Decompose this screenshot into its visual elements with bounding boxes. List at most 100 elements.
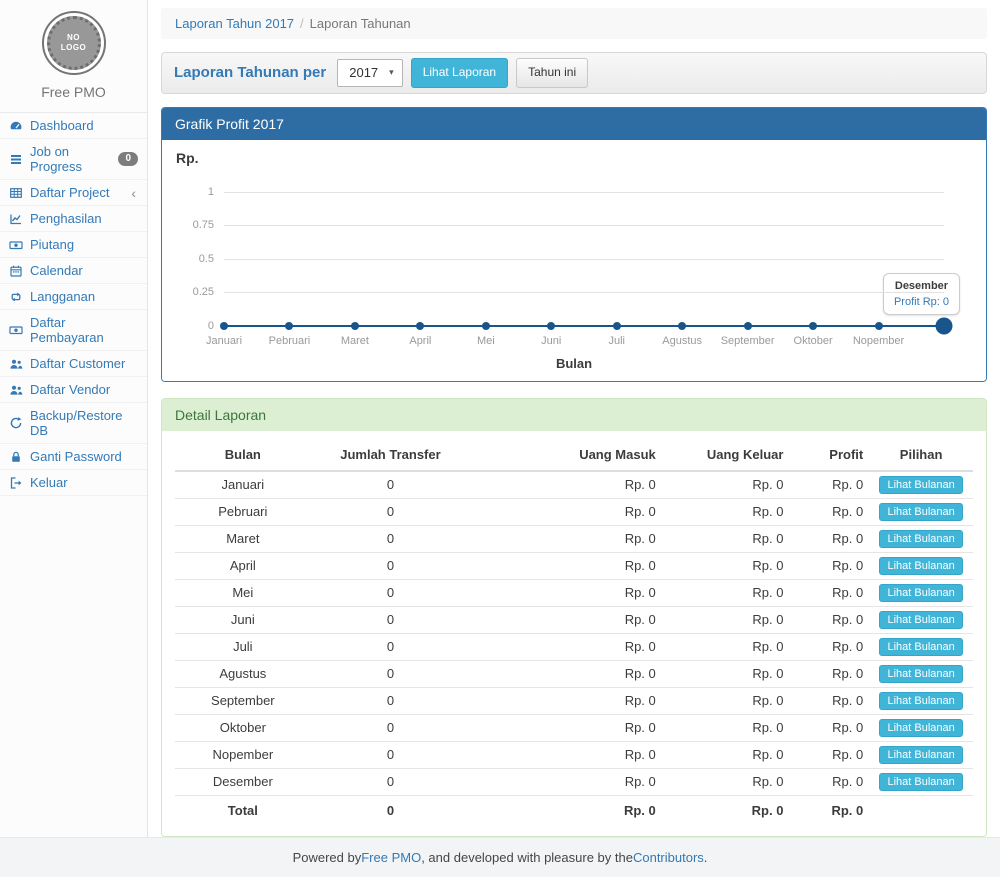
action-cell: Lihat Bulanan [869,552,973,579]
sidebar-item-label: Backup/Restore DB [30,408,138,438]
sidebar-item-label: Calendar [30,263,83,278]
table-row-juli: Juli0Rp. 0Rp. 0Rp. 0Lihat Bulanan [175,633,973,660]
column-header-uang-masuk: Uang Masuk [470,439,662,471]
x-tick-label: Maret [341,335,369,347]
column-header-pilihan: Pilihan [869,439,973,471]
sidebar-item-daftar-project[interactable]: Daftar Project‹ [0,180,147,206]
view-monthly-button-oktober[interactable]: Lihat Bulanan [879,719,962,737]
table-row-januari: Januari0Rp. 0Rp. 0Rp. 0Lihat Bulanan [175,471,973,499]
footer-link-contributors[interactable]: Contributors [633,850,704,865]
chart-point-januari[interactable] [220,322,228,330]
table-row-september: September0Rp. 0Rp. 0Rp. 0Lihat Bulanan [175,687,973,714]
view-report-button[interactable]: Lihat Laporan [411,58,508,88]
uang-keluar-cell: Rp. 0 [662,741,790,768]
view-monthly-button-agustus[interactable]: Lihat Bulanan [879,665,962,683]
sidebar-item-label: Job on Progress [30,144,111,174]
chart-point-agustus[interactable] [678,322,686,330]
sidebar-item-langganan[interactable]: Langganan [0,284,147,310]
uang-keluar-cell: Rp. 0 [662,633,790,660]
app-logo: NO LOGO [42,11,106,75]
jumlah-transfer-cell: 0 [311,498,471,525]
chart-point-juli[interactable] [613,322,621,330]
x-tick-label: Juli [608,335,625,347]
view-monthly-button-maret[interactable]: Lihat Bulanan [879,530,962,548]
sidebar-item-daftar-pembayaran[interactable]: Daftar Pembayaran [0,310,147,351]
y-tick-label: 0.5 [199,253,214,265]
footer-text-middle: , and developed with pleasure by the [421,850,633,865]
sidebar-item-label: Keluar [30,475,68,490]
chart-point-september[interactable] [744,322,752,330]
chart-point-pebruari[interactable] [285,322,293,330]
table-row-juni: Juni0Rp. 0Rp. 0Rp. 0Lihat Bulanan [175,606,973,633]
sidebar-item-daftar-vendor[interactable]: Daftar Vendor [0,377,147,403]
chart-point-mei[interactable] [482,322,490,330]
chevron-left-icon: ‹ [131,186,138,200]
line-chart-plot: Desember Profit Rp: 0 00.250.50.751 [224,192,944,326]
sidebar-item-piutang[interactable]: Piutang [0,232,147,258]
sidebar-item-penghasilan[interactable]: Penghasilan [0,206,147,232]
logo-text-line2: LOGO [61,43,87,53]
tooltip-profit-value: Profit Rp: 0 [894,296,949,308]
chart-point-desember[interactable] [936,317,953,334]
view-monthly-button-april[interactable]: Lihat Bulanan [879,557,962,575]
action-cell: Lihat Bulanan [869,768,973,795]
sidebar-item-backup-restore-db[interactable]: Backup/Restore DB [0,403,147,444]
this-year-button[interactable]: Tahun ini [516,58,588,88]
x-tick-label: April [409,335,431,347]
users-icon [9,383,23,397]
breadcrumb-link-laporan-tahun[interactable]: Laporan Tahun 2017 [175,16,294,31]
view-monthly-button-nopember[interactable]: Lihat Bulanan [879,746,962,764]
total-uang-keluar: Rp. 0 [662,795,790,822]
footer-link-free-pmo[interactable]: Free PMO [361,850,421,865]
breadcrumb: Laporan Tahun 2017/Laporan Tahunan [161,8,987,39]
chart-point-nopember[interactable] [875,322,883,330]
month-cell: Nopember [175,741,311,768]
month-cell: April [175,552,311,579]
sidebar-item-job-on-progress[interactable]: Job on Progress0 [0,139,147,180]
view-monthly-button-mei[interactable]: Lihat Bulanan [879,584,962,602]
profit-cell: Rp. 0 [789,552,869,579]
jumlah-transfer-cell: 0 [311,606,471,633]
table-header-row: BulanJumlah TransferUang MasukUang Kelua… [175,439,973,471]
uang-keluar-cell: Rp. 0 [662,768,790,795]
column-header-profit: Profit [789,439,869,471]
sidebar-item-label: Daftar Vendor [30,382,110,397]
y-tick-label: 1 [208,186,214,198]
profit-chart-panel: Grafik Profit 2017 Rp. Desember Profit R… [161,107,987,382]
x-tick-label: Oktober [794,335,833,347]
jumlah-transfer-cell: 0 [311,741,471,768]
view-monthly-button-juni[interactable]: Lihat Bulanan [879,611,962,629]
chart-point-maret[interactable] [351,322,359,330]
view-monthly-button-januari[interactable]: Lihat Bulanan [879,476,962,494]
sidebar-item-dashboard[interactable]: Dashboard [0,113,147,139]
year-select-value: 2017 [349,65,378,80]
view-monthly-button-pebruari[interactable]: Lihat Bulanan [879,503,962,521]
view-monthly-button-september[interactable]: Lihat Bulanan [879,692,962,710]
tasks-icon [9,152,23,166]
gridline [224,292,944,293]
table-row-april: April0Rp. 0Rp. 0Rp. 0Lihat Bulanan [175,552,973,579]
sidebar-item-ganti-password[interactable]: Ganti Password [0,444,147,470]
sidebar-item-calendar[interactable]: Calendar [0,258,147,284]
uang-masuk-cell: Rp. 0 [470,768,662,795]
total-jumlah-transfer: 0 [311,795,471,822]
y-tick-label: 0.25 [193,286,214,298]
sidebar-item-label: Daftar Pembayaran [30,315,138,345]
chart-point-april[interactable] [416,322,424,330]
year-select[interactable]: 2017 ▾ [337,59,402,87]
total-action-empty [869,795,973,822]
chart-point-oktober[interactable] [809,322,817,330]
action-cell: Lihat Bulanan [869,633,973,660]
chart-point-juni[interactable] [547,322,555,330]
month-cell: Pebruari [175,498,311,525]
column-header-jumlah-transfer: Jumlah Transfer [311,439,471,471]
sidebar-item-keluar[interactable]: Keluar [0,470,147,496]
detail-panel-body: BulanJumlah TransferUang MasukUang Kelua… [162,431,986,836]
uang-keluar-cell: Rp. 0 [662,660,790,687]
x-tick-label: Agustus [662,335,702,347]
view-monthly-button-juli[interactable]: Lihat Bulanan [879,638,962,656]
uang-masuk-cell: Rp. 0 [470,633,662,660]
sidebar-item-daftar-customer[interactable]: Daftar Customer [0,351,147,377]
jumlah-transfer-cell: 0 [311,687,471,714]
view-monthly-button-desember[interactable]: Lihat Bulanan [879,773,962,791]
